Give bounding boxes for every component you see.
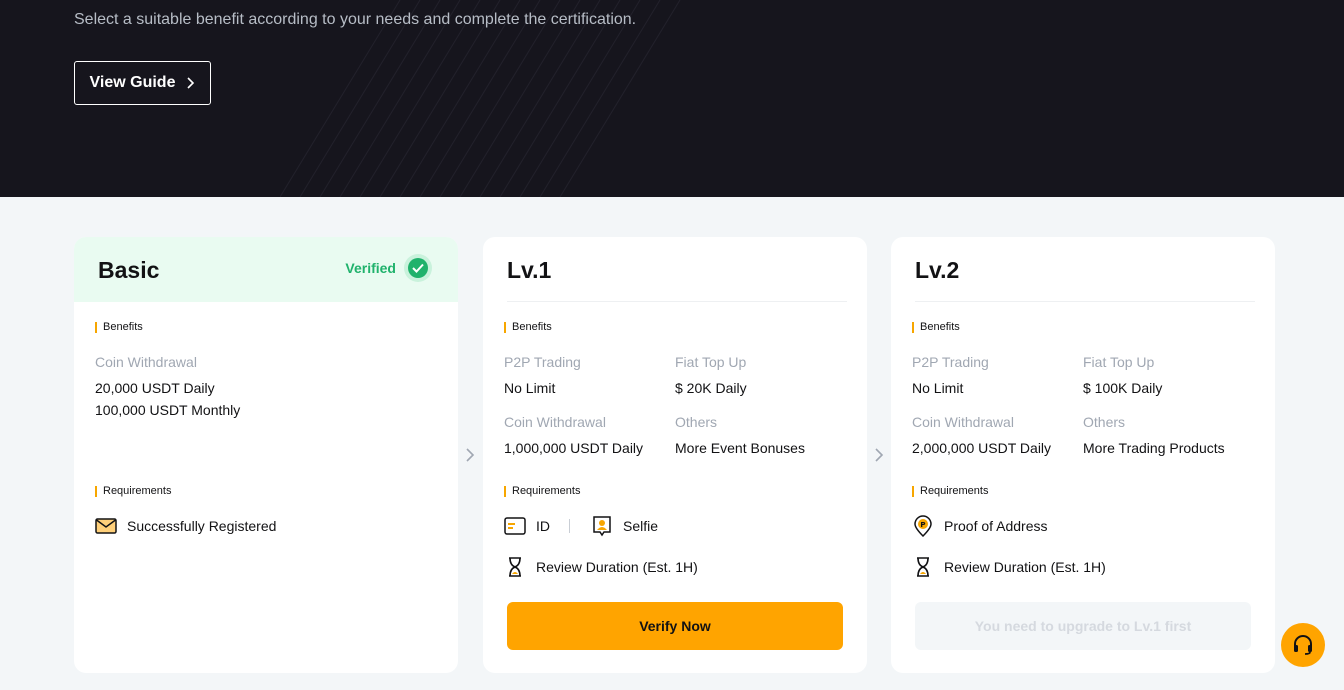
benefit-value: More Trading Products <box>1083 440 1225 456</box>
benefit-key: Others <box>675 414 718 430</box>
hourglass-icon <box>504 556 526 578</box>
requirements-label: Requirements <box>95 486 171 497</box>
basic-title: Basic <box>98 257 160 283</box>
location-pin-icon: P <box>912 515 934 537</box>
review-duration: Review Duration (Est. 1H) <box>912 556 1106 578</box>
benefit-value: 1,000,000 USDT Daily <box>504 440 644 456</box>
selfie-icon <box>591 515 613 537</box>
benefit-key: P2P Trading <box>504 354 581 370</box>
review-duration: Review Duration (Est. 1H) <box>504 556 698 578</box>
headset-icon <box>1294 635 1312 655</box>
benefit-key: Others <box>1083 414 1126 430</box>
hero-banner: Select a suitable benefit according to y… <box>0 0 1344 197</box>
chevron-right-icon <box>466 448 475 462</box>
requirement-label: Proof of Address <box>944 518 1048 534</box>
benefit-value: $ 100K Daily <box>1083 380 1163 396</box>
id-card-icon <box>504 515 526 537</box>
requirement-label: Successfully Registered <box>127 518 277 534</box>
benefit-key: P2P Trading <box>912 354 989 370</box>
benefit-key: Fiat Top Up <box>1083 354 1155 370</box>
review-duration-label: Review Duration (Est. 1H) <box>944 559 1106 575</box>
verified-badge: Verified <box>345 254 432 282</box>
benefits-label: Benefits <box>95 322 143 333</box>
divider <box>569 519 570 533</box>
requirement-label: Selfie <box>623 518 659 534</box>
requirements-label: Requirements <box>912 486 988 497</box>
benefits-label: Benefits <box>504 322 552 333</box>
support-button[interactable] <box>1281 623 1325 667</box>
view-guide-button[interactable]: View Guide <box>74 61 211 105</box>
check-circle-icon <box>404 254 432 282</box>
basic-level-card: Basic Verified Benefits Coin Withdrawal … <box>74 237 458 673</box>
upgrade-disabled-button: You need to upgrade to Lv.1 first <box>915 602 1251 650</box>
mail-icon <box>95 515 117 537</box>
chevron-right-icon <box>187 77 195 89</box>
benefit-key: Coin Withdrawal <box>95 354 197 370</box>
lv2-title: Lv.2 <box>915 257 960 283</box>
requirement-address: P Proof of Address <box>912 515 1048 537</box>
benefit-value: No Limit <box>912 380 964 396</box>
benefit-value: $ 20K Daily <box>675 380 747 396</box>
hourglass-icon <box>912 556 934 578</box>
hero-decoration <box>280 0 681 197</box>
benefit-value: 20,000 USDT Daily <box>95 380 215 396</box>
svg-text:P: P <box>920 521 925 529</box>
benefit-value: More Event Bonuses <box>675 440 805 456</box>
benefit-value: No Limit <box>504 380 556 396</box>
requirement-registered: Successfully Registered <box>95 515 276 537</box>
requirement-selfie: Selfie <box>591 515 658 537</box>
benefit-key: Fiat Top Up <box>675 354 747 370</box>
verified-label: Verified <box>345 260 396 276</box>
header-divider <box>915 301 1255 302</box>
verify-now-button[interactable]: Verify Now <box>507 602 843 650</box>
lv2-level-card: Lv.2 Benefits P2P Trading No Limit Fiat … <box>891 237 1275 673</box>
benefit-key: Coin Withdrawal <box>912 414 1014 430</box>
benefit-value: 100,000 USDT Monthly <box>95 402 241 418</box>
benefits-label: Benefits <box>912 322 960 333</box>
lv2-card-header: Lv.2 <box>891 237 1275 302</box>
view-guide-label: View Guide <box>89 74 176 91</box>
review-duration-label: Review Duration (Est. 1H) <box>536 559 698 575</box>
basic-card-header: Basic Verified <box>74 237 458 302</box>
requirement-label: ID <box>536 518 550 534</box>
lv1-title: Lv.1 <box>507 257 552 283</box>
hero-subtitle: Select a suitable benefit according to y… <box>74 11 637 28</box>
lv1-level-card: Lv.1 Benefits P2P Trading No Limit Fiat … <box>483 237 867 673</box>
header-divider <box>507 301 847 302</box>
chevron-right-icon <box>875 448 884 462</box>
benefit-key: Coin Withdrawal <box>504 414 606 430</box>
requirement-id: ID <box>504 515 550 537</box>
benefit-value: 2,000,000 USDT Daily <box>912 440 1052 456</box>
requirements-label: Requirements <box>504 486 580 497</box>
lv1-card-header: Lv.1 <box>483 237 867 302</box>
